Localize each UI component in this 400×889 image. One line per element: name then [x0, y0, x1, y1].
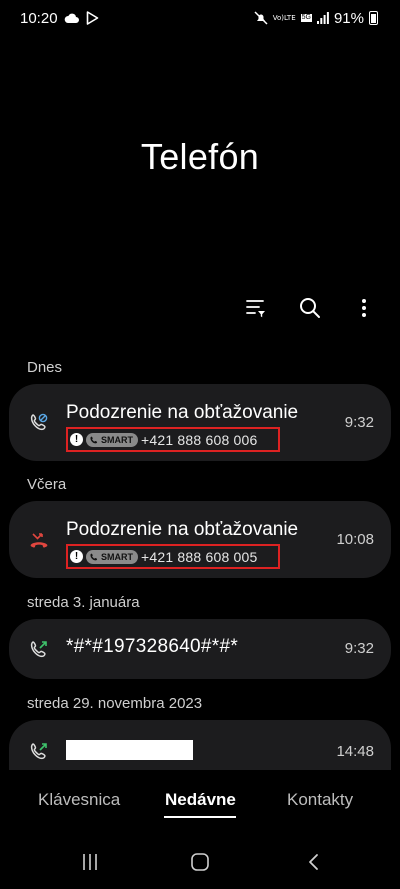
call-log-item[interactable]: *#*#197328640#*#* 9:32: [9, 619, 391, 679]
signal-icon: [316, 12, 329, 24]
play-store-icon: [86, 11, 99, 25]
filter-button[interactable]: [242, 294, 270, 322]
tab-contacts[interactable]: Kontakty: [287, 790, 353, 810]
warning-icon: !: [70, 433, 83, 446]
caller-number: +421 888 608 005: [141, 548, 258, 565]
spam-info-row: ! SMART +421 888 608 005: [66, 544, 280, 569]
bottom-tab-bar: Klávesnica Nedávne Kontakty: [0, 790, 400, 820]
status-right: Vo) LTE 5G 91%: [254, 10, 378, 27]
system-nav-bar: [0, 840, 400, 885]
call-log-item[interactable]: 14:48: [9, 720, 391, 770]
call-details: Podozrenie na obťažovanie ! SMART +421 8…: [66, 519, 298, 569]
volte-line2: LTE: [283, 13, 296, 22]
call-time: 14:48: [336, 743, 374, 760]
toolbar: [242, 294, 378, 322]
caller-name: Podozrenie na obťažovanie: [66, 519, 299, 540]
call-time: 9:32: [344, 640, 374, 657]
search-icon: [300, 298, 320, 318]
outgoing-call-icon: [27, 637, 51, 661]
redacted-name: [66, 740, 193, 760]
call-time: 10:08: [336, 531, 374, 548]
call-details: [66, 740, 193, 760]
search-button[interactable]: [296, 294, 324, 322]
missed-call-icon: [27, 529, 51, 553]
active-tab-indicator: [164, 816, 236, 818]
smart-call-badge: SMART: [86, 432, 138, 447]
caller-name: Podozrenie na obťažovanie: [66, 402, 299, 423]
tab-recents[interactable]: Nedávne: [165, 790, 236, 810]
back-button[interactable]: [302, 850, 326, 874]
smart-badge-label: SMART: [101, 551, 133, 562]
tab-keypad[interactable]: Klávesnica: [38, 790, 120, 810]
back-icon: [309, 854, 318, 870]
volte-icon: Vo) LTE: [272, 13, 296, 22]
battery-percent: 91%: [333, 9, 364, 27]
smart-call-badge: SMART: [86, 549, 138, 564]
section-header-jan3: streda 3. januára: [27, 594, 140, 611]
status-time: 10:20: [20, 9, 58, 27]
volte-line1: Vo): [272, 13, 284, 22]
page-title: Telefón: [140, 136, 260, 177]
call-log-item[interactable]: Podozrenie na obťažovanie ! SMART +421 8…: [9, 384, 391, 461]
phone-icon: [90, 553, 98, 560]
status-bar: 10:20 Vo) LTE 5G 91%: [0, 0, 400, 36]
recent-apps-icon: [83, 854, 97, 870]
call-log-item[interactable]: Podozrenie na obťažovanie ! SMART +421 8…: [9, 501, 391, 578]
caller-number: +421 888 608 006: [141, 431, 258, 448]
section-header-yesterday: Včera: [27, 476, 67, 493]
signal-5g-icon: 5G: [300, 14, 312, 22]
mute-icon: [254, 11, 268, 25]
warning-icon: !: [70, 550, 83, 563]
more-options-button[interactable]: [350, 294, 378, 322]
call-details: *#*#197328640#*#*: [66, 636, 238, 658]
home-icon: [191, 853, 209, 871]
blocked-call-icon: [27, 410, 51, 434]
outgoing-call-icon: [27, 739, 51, 763]
spam-info-row: ! SMART +421 888 608 006: [66, 427, 280, 452]
status-left: 10:20: [20, 10, 99, 27]
recent-apps-button[interactable]: [78, 850, 102, 874]
battery-icon: [369, 11, 378, 25]
smart-badge-label: SMART: [101, 434, 133, 445]
filter-icon: [246, 300, 265, 318]
more-vert-icon: [362, 299, 366, 317]
home-button[interactable]: [188, 850, 212, 874]
cloud-icon: [64, 12, 80, 24]
call-time: 9:32: [344, 414, 374, 431]
network-badge: 5G: [300, 14, 312, 22]
section-header-today: Dnes: [27, 359, 63, 376]
section-header-nov29: streda 29. novembra 2023: [27, 695, 203, 712]
call-details: Podozrenie na obťažovanie ! SMART +421 8…: [66, 402, 298, 452]
phone-icon: [90, 436, 98, 443]
dialed-number: *#*#197328640#*#*: [66, 636, 239, 657]
